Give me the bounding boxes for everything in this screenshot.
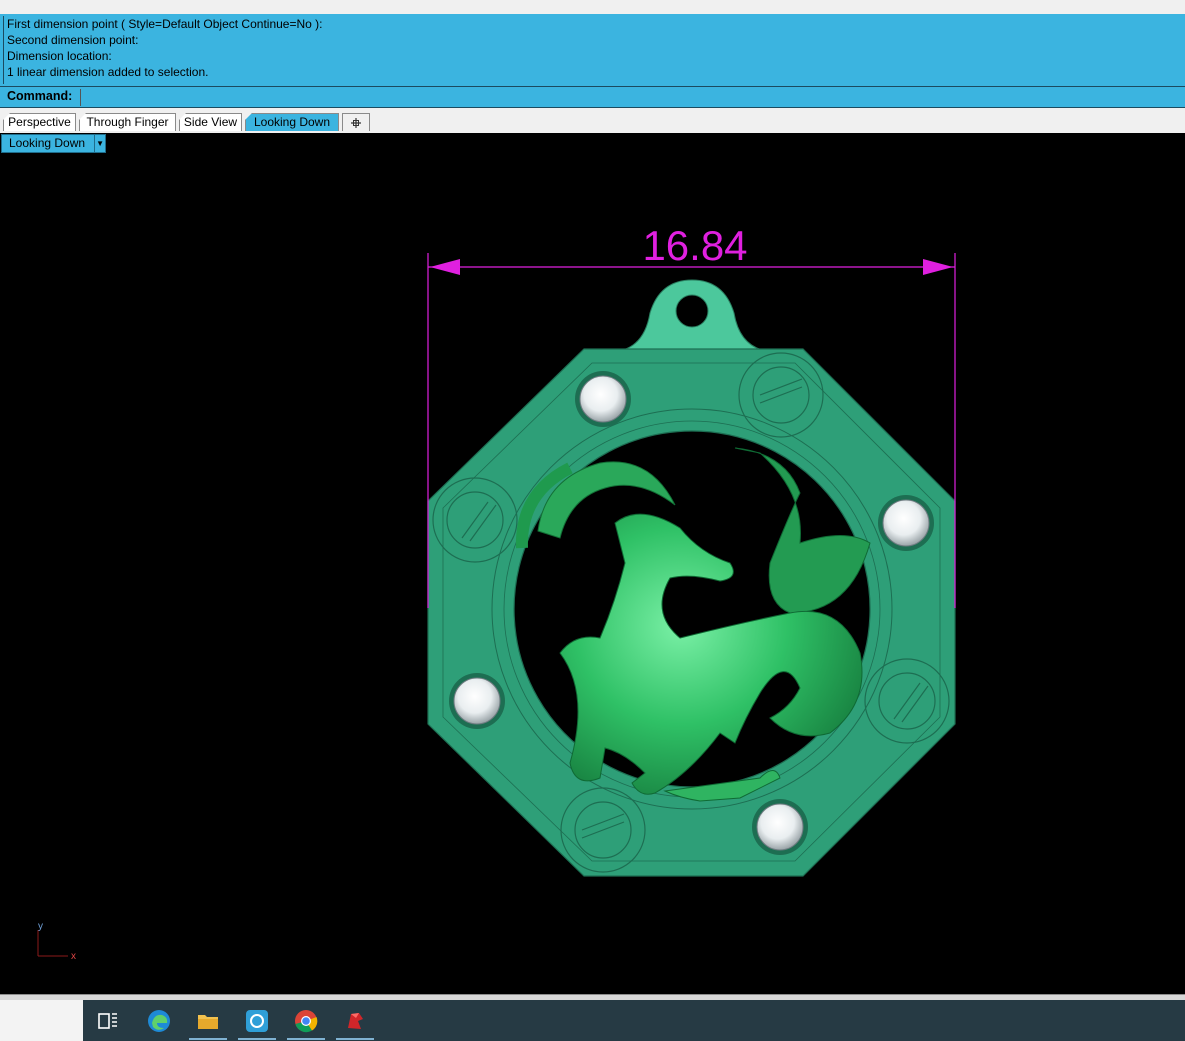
chrome-icon[interactable] xyxy=(293,1008,319,1034)
axis-y-label: y xyxy=(38,921,43,932)
pendant-bail xyxy=(622,279,763,351)
running-indicator xyxy=(238,1038,276,1040)
tab-looking-down[interactable]: Looking Down xyxy=(245,113,339,131)
vs-tool-icon[interactable] xyxy=(244,1008,270,1034)
file-explorer-icon[interactable] xyxy=(195,1008,221,1034)
viewport-looking-down[interactable]: 16.84 Looking Down ▼ y x xyxy=(0,133,1185,994)
history-line: Dimension location: xyxy=(7,49,112,63)
add-tab-button[interactable] xyxy=(342,113,370,131)
command-line: Command: xyxy=(0,86,1185,108)
rhino-icon[interactable] xyxy=(342,1008,368,1034)
axis-widget: y x xyxy=(37,921,76,962)
history-lines: First dimension point ( Style=Default Ob… xyxy=(7,16,322,80)
history-line: Second dimension point: xyxy=(7,33,139,47)
viewport-title-label: Looking Down xyxy=(9,136,86,150)
tab-side-view[interactable]: Side View xyxy=(179,113,242,131)
running-indicator xyxy=(189,1038,227,1040)
history-line: First dimension point ( Style=Default Ob… xyxy=(7,17,323,31)
history-line: 1 linear dimension added to selection. xyxy=(7,65,209,79)
edge-browser-icon[interactable] xyxy=(146,1008,172,1034)
running-indicator xyxy=(336,1038,374,1040)
dimension-value: 16.84 xyxy=(642,222,747,269)
chevron-down-icon[interactable]: ▼ xyxy=(94,135,105,152)
plus-icon xyxy=(351,118,361,128)
running-indicator xyxy=(287,1038,325,1040)
taskbar-search-area[interactable] xyxy=(0,1000,83,1041)
tab-through-finger[interactable]: Through Finger xyxy=(79,113,176,131)
window-top-strip xyxy=(0,0,1185,15)
history-edge xyxy=(3,16,4,84)
model-scene: 16.84 xyxy=(427,222,956,877)
command-input[interactable] xyxy=(80,89,1185,106)
tab-perspective[interactable]: Perspective xyxy=(3,113,76,131)
viewport-tabs: Perspective Through Finger Side View Loo… xyxy=(0,108,1185,134)
taskbar xyxy=(0,1000,1185,1041)
command-label: Command: xyxy=(7,89,73,103)
axis-x-label: x xyxy=(71,951,76,962)
viewport-title[interactable]: Looking Down ▼ xyxy=(1,134,107,153)
task-view-icon[interactable] xyxy=(95,1008,121,1034)
command-history: First dimension point ( Style=Default Ob… xyxy=(0,14,1185,87)
